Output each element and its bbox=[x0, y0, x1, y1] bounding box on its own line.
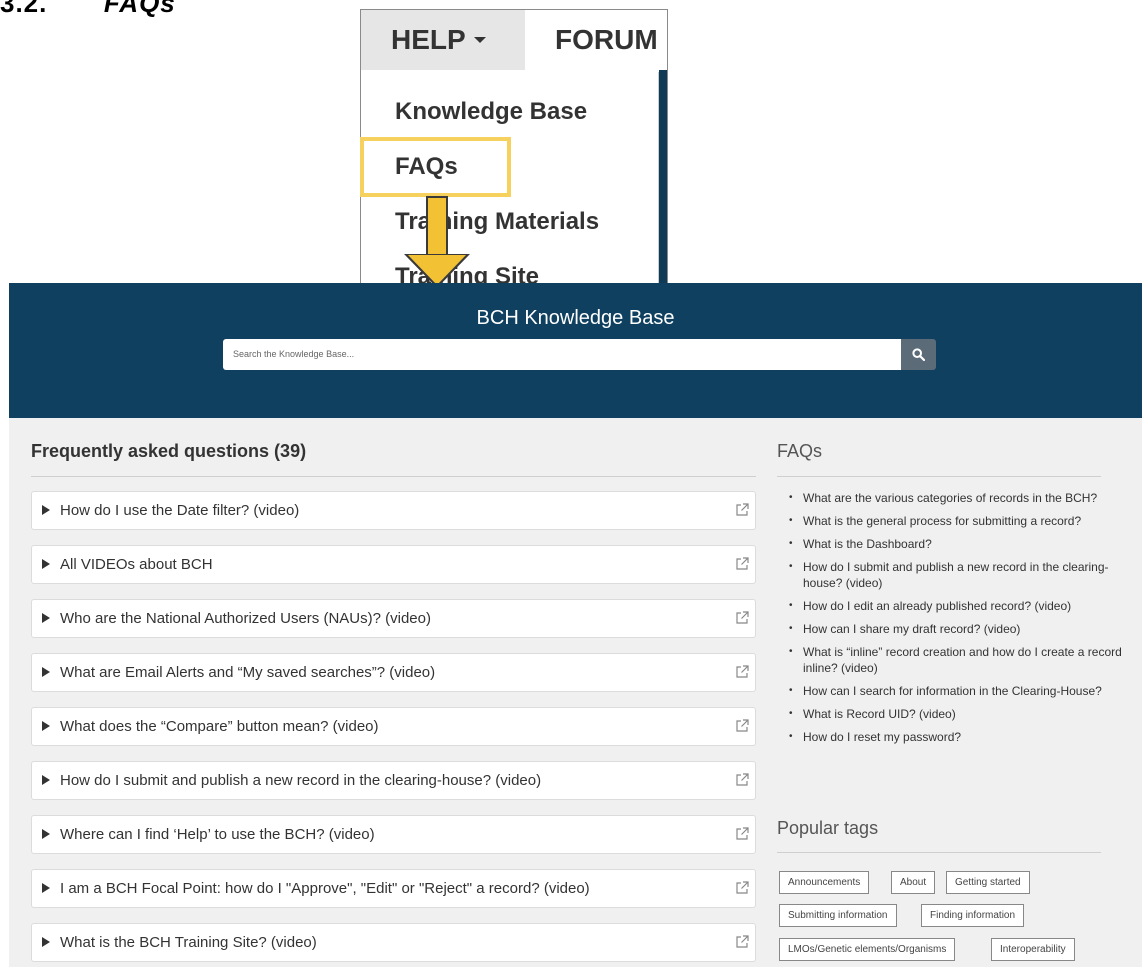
search-button[interactable] bbox=[901, 339, 936, 370]
expand-triangle-icon bbox=[42, 613, 50, 623]
kb-title: BCH Knowledge Base bbox=[476, 307, 675, 329]
faq-item-label: How do I use the Date filter? (video) bbox=[60, 502, 300, 519]
sidebar-faqs-title: FAQs bbox=[777, 441, 823, 461]
divider bbox=[777, 476, 1101, 477]
sidebar-faq-link[interactable]: What is the Dashboard? bbox=[789, 536, 1134, 552]
sidebar-faq-link[interactable]: How can I search for information in the … bbox=[789, 683, 1134, 699]
expand-triangle-icon bbox=[42, 559, 50, 569]
tag-interoperability[interactable]: Interoperability bbox=[991, 938, 1075, 961]
document-section-heading: 3.2. FAQs bbox=[0, 0, 176, 19]
external-link-icon[interactable] bbox=[735, 503, 749, 517]
expand-triangle-icon bbox=[42, 505, 50, 515]
faq-item[interactable]: Who are the National Authorized Users (N… bbox=[31, 599, 756, 638]
faq-item[interactable]: What are Email Alerts and “My saved sear… bbox=[31, 653, 756, 692]
sidebar-faq-link[interactable]: How can I share my draft record? (video) bbox=[789, 621, 1134, 637]
external-link-icon[interactable] bbox=[735, 665, 749, 679]
faq-item-label: How do I submit and publish a new record… bbox=[60, 772, 542, 789]
kb-header: BCH Knowledge Base Search the Knowledge … bbox=[9, 283, 1142, 418]
tag-announcements[interactable]: Announcements bbox=[779, 871, 870, 894]
expand-triangle-icon bbox=[42, 883, 50, 893]
sidebar-faq-link[interactable]: How do I submit and publish a new record… bbox=[789, 559, 1134, 591]
sidebar-faq-link[interactable]: What is the general process for submitti… bbox=[789, 513, 1134, 529]
knowledge-base-screenshot: BCH Knowledge Base Search the Knowledge … bbox=[9, 283, 1142, 967]
faq-item-label: What are Email Alerts and “My saved sear… bbox=[60, 664, 436, 681]
faq-item-label: What does the “Compare” button mean? (vi… bbox=[60, 718, 379, 735]
faq-item[interactable]: Where can I find ‘Help’ to use the BCH? … bbox=[31, 815, 756, 854]
expand-triangle-icon bbox=[42, 667, 50, 677]
popular-tags-title: Popular tags bbox=[777, 818, 879, 838]
faq-item-label: What is the BCH Training Site? (video) bbox=[60, 934, 317, 951]
external-link-icon[interactable] bbox=[735, 827, 749, 841]
expand-triangle-icon bbox=[42, 829, 50, 839]
sidebar-faq-link[interactable]: What is “inline” record creation and how… bbox=[789, 644, 1134, 676]
faq-item[interactable]: How do I use the Date filter? (video) bbox=[31, 491, 756, 530]
tag-submitting-information[interactable]: Submitting information bbox=[779, 904, 897, 927]
menu-item-knowledge-base[interactable]: Knowledge Base bbox=[395, 98, 587, 126]
section-number: 3.2. bbox=[0, 0, 48, 18]
external-link-icon[interactable] bbox=[735, 557, 749, 571]
divider bbox=[31, 476, 756, 477]
tag-about[interactable]: About bbox=[891, 871, 936, 894]
faq-item[interactable]: I am a BCH Focal Point: how do I "Approv… bbox=[31, 869, 756, 908]
down-arrow-shaft bbox=[426, 196, 448, 256]
faqs-highlight-box bbox=[360, 137, 511, 197]
external-link-icon[interactable] bbox=[735, 611, 749, 625]
tag-lmos-genetic-elements-organisms[interactable]: LMOs/Genetic elements/Organisms bbox=[779, 938, 956, 961]
external-link-icon[interactable] bbox=[735, 935, 749, 949]
section-title: FAQs bbox=[103, 0, 176, 18]
expand-triangle-icon bbox=[42, 721, 50, 731]
faq-item[interactable]: What is the BCH Training Site? (video) bbox=[31, 923, 756, 962]
nav-tab-help-label: HELP bbox=[391, 24, 466, 55]
faq-item-label: I am a BCH Focal Point: how do I "Approv… bbox=[60, 880, 590, 897]
expand-triangle-icon bbox=[42, 775, 50, 785]
faq-list-heading: Frequently asked questions (39) bbox=[31, 441, 307, 461]
nav-bar: HELP FORUM bbox=[361, 10, 667, 70]
sidebar-faq-list: What are the various categories of recor… bbox=[789, 490, 1134, 752]
sidebar-faq-link[interactable]: How do I reset my password? bbox=[789, 729, 1134, 745]
faq-item[interactable]: All VIDEOs about BCH bbox=[31, 545, 756, 584]
faq-item-label: All VIDEOs about BCH bbox=[60, 556, 213, 573]
expand-triangle-icon bbox=[42, 937, 50, 947]
nav-tab-help[interactable]: HELP bbox=[361, 10, 525, 70]
faq-item-label: Where can I find ‘Help’ to use the BCH? … bbox=[60, 826, 375, 843]
search-icon bbox=[912, 348, 925, 361]
external-link-icon[interactable] bbox=[735, 773, 749, 787]
tag-finding-information[interactable]: Finding information bbox=[921, 904, 1025, 927]
faq-item[interactable]: What does the “Compare” button mean? (vi… bbox=[31, 707, 756, 746]
sidebar-faq-link[interactable]: How do I edit an already published recor… bbox=[789, 598, 1134, 614]
page: { "doc": { "section_number": "3.2.", "se… bbox=[0, 0, 1142, 967]
external-link-icon[interactable] bbox=[735, 881, 749, 895]
sidebar-faq-link[interactable]: What are the various categories of recor… bbox=[789, 490, 1134, 506]
caret-down-icon bbox=[473, 36, 486, 43]
faq-item-label: Who are the National Authorized Users (N… bbox=[60, 610, 431, 627]
divider bbox=[777, 852, 1101, 853]
nav-tab-forum[interactable]: FORUM bbox=[555, 10, 658, 56]
faq-item[interactable]: How do I submit and publish a new record… bbox=[31, 761, 756, 800]
external-link-icon[interactable] bbox=[735, 719, 749, 733]
down-arrow-fill bbox=[408, 255, 466, 285]
tag-getting-started[interactable]: Getting started bbox=[946, 871, 1030, 894]
nav-background-strip bbox=[659, 70, 667, 298]
search-input[interactable]: Search the Knowledge Base... bbox=[223, 339, 901, 370]
sidebar-faq-link[interactable]: What is Record UID? (video) bbox=[789, 706, 1134, 722]
